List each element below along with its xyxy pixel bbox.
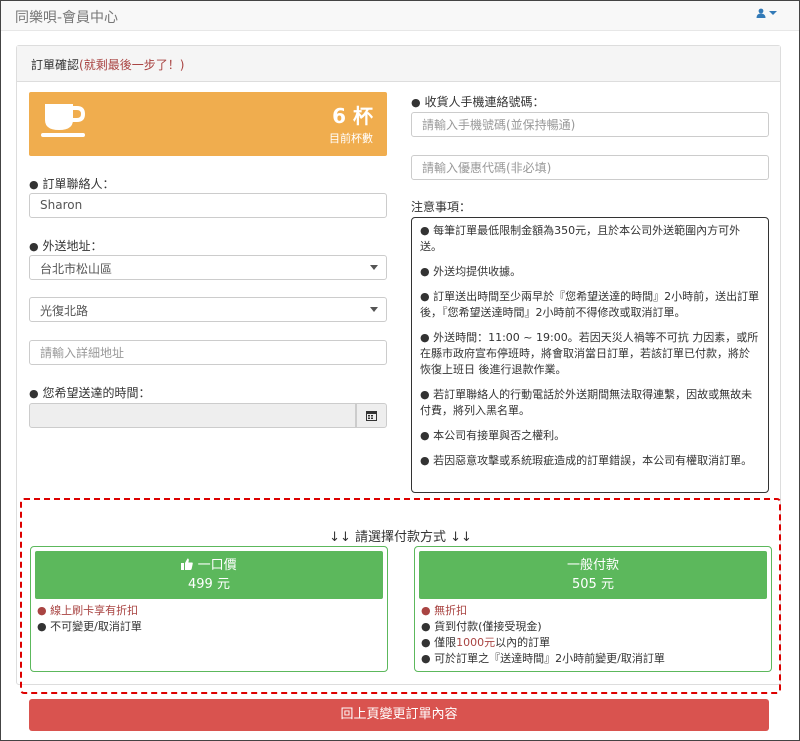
navbar: 同樂唄-會員中心 — [1, 1, 799, 31]
delivery-time-input[interactable] — [29, 403, 356, 428]
dropdown-arrow-icon — [370, 265, 378, 270]
road-select[interactable]: 光復北路 — [29, 297, 387, 322]
cup-count-label: 目前杯數 — [329, 132, 373, 145]
dropdown-arrow-icon — [370, 307, 378, 312]
thumbs-up-icon — [181, 558, 194, 570]
payment-option-general: 一般付款 505 元 ● 無折扣 ● 貨到付款(僅接受現金) ● 僅限1000元… — [414, 546, 772, 672]
perk-item: ● 線上刷卡享有折扣 — [37, 604, 139, 617]
note-item: ● 本公司有接單與否之權利。 — [420, 429, 566, 442]
note-item: ● 外送時間：11:00 ~ 19:00。若因天災人禍等不可抗 力因素，或所在縣… — [420, 331, 759, 376]
fixed-price-button[interactable]: 一口價 499 元 — [35, 551, 383, 599]
contact-label: ● 訂單聯絡人： — [29, 177, 115, 191]
note-item: ● 每筆訂單最低限制金額為350元，且於本公司外送範圍內方可外送。 — [420, 224, 741, 253]
phone-input[interactable] — [411, 112, 769, 137]
delivery-time-label: ● 您希望送達的時間： — [29, 386, 151, 400]
note-item: ● 外送均提供收據。 — [420, 265, 522, 278]
notes-box: ● 每筆訂單最低限制金額為350元，且於本公司外送範圍內方可外送。 ● 外送均提… — [411, 217, 769, 493]
general-payment-perks: ● 無折扣 ● 貨到付款(僅接受現金) ● 僅限1000元以內的訂單 ● 可於訂… — [421, 603, 665, 667]
perk-item: ● 無折扣 — [421, 604, 468, 617]
calendar-icon — [366, 411, 377, 421]
district-select[interactable]: 台北市松山區 — [29, 255, 387, 280]
perk-item: ● 僅限1000元以內的訂單 — [421, 636, 551, 649]
note-item: ● 若訂單聯絡人的行動電話於外送期間無法取得連繫，因故或無故未付費，將列入黑名單… — [420, 388, 753, 417]
contact-field[interactable]: Sharon — [29, 193, 387, 218]
user-icon — [756, 8, 766, 18]
address-detail-input[interactable] — [29, 340, 387, 365]
panel-hint: (就剩最後一步了！) — [79, 58, 185, 72]
general-payment-button[interactable]: 一般付款 505 元 — [419, 551, 767, 599]
phone-label: ● 收貨人手機連絡號碼： — [411, 95, 545, 109]
user-menu[interactable] — [756, 7, 777, 20]
payment-option-fixed-price: 一口價 499 元 ● 線上刷卡享有折扣 ● 不可變更/取消訂單 — [30, 546, 388, 672]
general-payment-amount: 505 元 — [572, 577, 614, 592]
cup-count: 6 杯 — [332, 104, 373, 128]
perk-item: ● 不可變更/取消訂單 — [37, 620, 142, 633]
address-label: ● 外送地址： — [29, 239, 103, 253]
chevron-down-icon — [769, 11, 777, 15]
fixed-price-amount: 499 元 — [188, 577, 230, 592]
notes-title: 注意事項： — [411, 200, 472, 214]
payment-title: ↓↓ 請選擇付款方式 ↓↓ — [329, 530, 472, 545]
cup-count-box: 6 杯 目前杯數 — [29, 92, 387, 156]
back-to-edit-button[interactable]: 回上頁變更訂單內容 — [29, 699, 769, 731]
app-title[interactable]: 同樂唄-會員中心 — [15, 7, 118, 27]
coupon-input[interactable] — [411, 155, 769, 180]
note-item: ● 若因惡意攻擊或系統瑕疵造成的訂單錯誤，本公司有權取消訂單。 — [420, 454, 753, 467]
payment-selection: ↓↓ 請選擇付款方式 ↓↓ 一口價 499 元 ● 線上刷卡享有折扣 ● 不可變… — [20, 498, 781, 694]
fixed-price-perks: ● 線上刷卡享有折扣 ● 不可變更/取消訂單 — [37, 603, 142, 635]
perk-item: ● 貨到付款(僅接受現金) — [421, 620, 542, 633]
perk-item: ● 可於訂單之『送達時間』2小時前變更/取消訂單 — [421, 652, 665, 665]
note-item: ● 訂單送出時間至少兩早於『您希望送達的時間』2小時前，送出訂單後，『您希望送達… — [420, 290, 760, 319]
coffee-cup-icon — [41, 104, 86, 137]
calendar-button[interactable] — [356, 403, 387, 428]
panel-title: 訂單確認 — [31, 58, 80, 72]
panel-heading: 訂單確認(就剩最後一步了！) — [17, 46, 780, 82]
